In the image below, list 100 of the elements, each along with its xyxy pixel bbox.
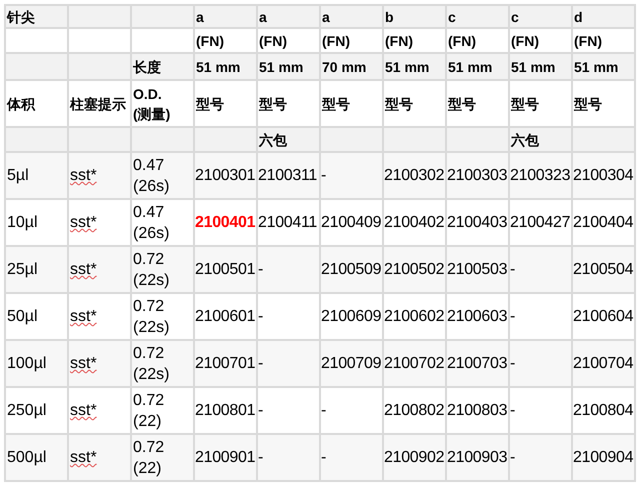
table-cell: 50µl [6,308,38,325]
table-cell: 2100301 [195,167,256,184]
table-cell: 2100901 [195,449,256,466]
table-cell: 2100401 [195,214,256,231]
table-cell: 2100609 [321,308,382,325]
table-cell: sst* [69,402,97,419]
table-cell: 2100402 [384,214,444,231]
table-cell: 2100604 [573,308,634,325]
header-text: 型号 [511,96,539,112]
table-cell: 2100601 [195,308,256,325]
table-cell: 2100509 [321,261,382,278]
table-cell: 2100701 [195,355,256,372]
table-cell: - [321,167,326,184]
header-text: (FN) [322,32,350,48]
header-text: (FN) [196,32,224,48]
table-cell: 2100703 [447,355,508,372]
table-cell-text: 0.72 (22s) [132,344,170,384]
table-cell-text: 0.72 (22s) [132,250,170,290]
table-cell: 2100501 [195,261,256,278]
table-cell: 2100502 [384,261,444,278]
header-text: 型号 [322,96,350,112]
table-cell: sst* [69,214,97,231]
header-text: a [196,8,204,24]
table-cell-text: 0.72 (22) [132,438,166,478]
header-text: 六包 [259,132,287,148]
table-cell: 2100311 [258,167,318,184]
table-cell: sst* [69,308,97,325]
table-cell: 100µl [6,355,46,372]
table-cell-text: 0.72 (22s) [132,296,170,338]
header-text: a [259,8,267,24]
table-cell: 5µl [6,167,29,184]
table-cell: 500µl [6,449,46,466]
header-text: O.D. (测量) [133,84,172,124]
header-text: 51 mm [196,58,240,74]
table-cell: 2100904 [573,449,634,466]
header-text: (FN) [574,32,602,48]
header-text: b [385,8,394,24]
header-text: 70 mm [322,58,366,74]
table-cell-text: 0.47 (26s) [132,156,170,196]
table-cell: - [510,355,516,372]
table-cell: 2100702 [384,355,444,372]
header-text: 柱塞提示 [70,96,126,112]
header-text: c [448,8,456,24]
table-cell: - [258,449,264,466]
header-text: a [322,8,330,24]
header-text: (FN) [448,32,476,48]
table-cell: 2100802 [384,402,444,419]
header-text: c [511,8,519,24]
table-cell: 2100902 [384,449,444,466]
table-cell-text: 0.47 (26s) [132,202,170,244]
table-cell: 2100709 [321,355,382,372]
header-text: 体积 [7,96,35,112]
header-text: 型号 [385,96,413,112]
table-cell: - [510,308,516,325]
table-cell: sst* [69,449,97,466]
table-cell: - [321,402,326,419]
table-cell: - [258,308,264,325]
header-text: 六包 [511,132,539,148]
table-cell: sst* [69,355,97,372]
table-cell: - [258,402,264,419]
table-cell: 2100404 [573,214,634,231]
table-cell: 2100409 [321,214,382,231]
table-cell: 2100403 [447,214,508,231]
header-text: 型号 [574,96,602,112]
table-cell: 2100411 [258,214,318,231]
header-text: (FN) [259,32,287,48]
table-cell: 2100801 [195,402,256,419]
table-cell-text: 0.72 (22) [132,390,166,432]
table-cell: 2100903 [447,449,508,466]
table-cell: - [510,402,516,419]
table-cell: 2100602 [384,308,444,325]
table-cell: - [510,449,516,466]
table-cell: 2100804 [573,402,634,419]
table-cell: 10µl [6,214,38,231]
header-text: 型号 [259,96,287,112]
table-cell: 2100803 [447,402,508,419]
table-cell: - [321,449,326,466]
table-cell: 250µl [6,402,46,419]
table-cell: 2100304 [573,167,634,184]
table-cell: 2100504 [573,261,634,278]
table-cell: sst* [69,261,97,278]
table-cell: - [258,261,264,278]
table-cell: sst* [69,167,97,184]
table-cell: 2100603 [447,308,508,325]
table-cell: 25µl [6,261,38,278]
header-text: 51 mm [385,58,430,74]
header-text: (FN) [385,32,413,48]
table-cell: 2100303 [447,167,508,184]
header-text: 51 mm [511,58,556,74]
table-cell: 2100323 [510,167,570,184]
table-cell: 2100427 [510,214,570,231]
header-text: 长度 [133,58,162,76]
table-cell: 2100302 [384,167,444,184]
header-text: 针尖 [7,8,35,24]
table-cell: - [258,355,264,372]
header-text: 型号 [196,96,224,112]
header-text: 51 mm [574,58,618,74]
table-cell: - [510,261,516,278]
header-text: (FN) [511,32,539,48]
header-text: 51 mm [259,58,304,74]
